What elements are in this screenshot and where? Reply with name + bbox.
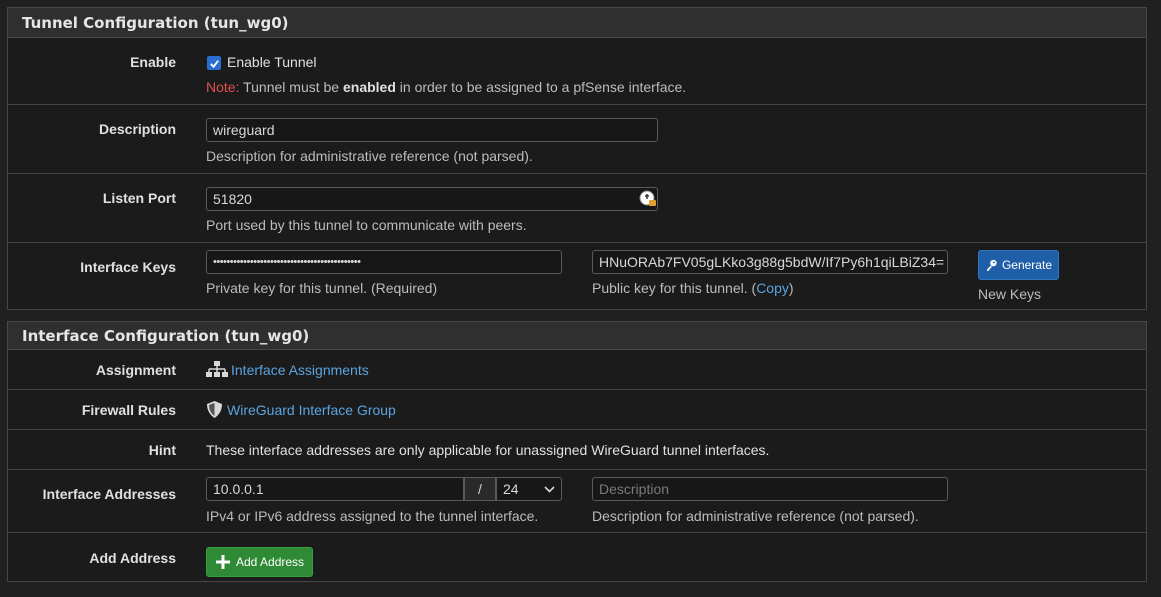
tunnel-configuration-title: Tunnel Configuration (tun_wg0) bbox=[8, 8, 1146, 38]
interface-addresses-row: Interface Addresses 10.0.0.1 / 24 Descri… bbox=[8, 470, 1146, 533]
tunnel-configuration-panel: Tunnel Configuration (tun_wg0) Enable En… bbox=[7, 7, 1147, 310]
interface-configuration-panel: Interface Configuration (tun_wg0) Assign… bbox=[7, 321, 1147, 582]
wireguard-interface-group-link[interactable]: WireGuard Interface Group bbox=[227, 402, 396, 418]
password-manager-icon[interactable] bbox=[639, 190, 657, 208]
address-input[interactable]: 10.0.0.1 bbox=[206, 477, 464, 501]
address-slash: / bbox=[464, 477, 496, 501]
public-key-help-suffix: ) bbox=[788, 280, 794, 296]
interface-keys-row: Interface Keys •••••••••••••••••••••••••… bbox=[8, 243, 1146, 310]
description-help: Description for administrative reference… bbox=[206, 148, 533, 164]
interface-keys-label: Interface Keys bbox=[80, 259, 176, 275]
key-icon bbox=[986, 259, 997, 271]
note-bold: enabled bbox=[342, 79, 396, 95]
chevron-down-icon bbox=[544, 485, 555, 493]
assignment-row: Assignment Interface Assignments bbox=[8, 350, 1146, 390]
public-key-help: Public key for this tunnel. (Copy) bbox=[592, 280, 794, 296]
enable-tunnel-checkbox-label[interactable]: Enable Tunnel bbox=[227, 54, 317, 70]
listen-port-label: Listen Port bbox=[102, 190, 176, 206]
add-address-button[interactable]: Add Address bbox=[206, 547, 314, 577]
plus-icon bbox=[216, 555, 230, 569]
note-text-2: in order to be assigned to a pfSense int… bbox=[395, 79, 687, 95]
address-description-input[interactable]: Description bbox=[592, 477, 948, 501]
firewall-rules-label: Firewall Rules bbox=[81, 402, 176, 418]
address-help: IPv4 or IPv6 address assigned to the tun… bbox=[206, 508, 539, 524]
add-address-label: Add Address bbox=[89, 550, 176, 566]
interface-configuration-title: Interface Configuration (tun_wg0) bbox=[8, 322, 1146, 350]
enable-label: Enable bbox=[130, 54, 176, 70]
hint-label: Hint bbox=[148, 442, 176, 458]
listen-port-help: Port used by this tunnel to communicate … bbox=[206, 217, 527, 233]
listen-port-value: 51820 bbox=[213, 191, 252, 207]
sitemap-icon bbox=[206, 360, 228, 383]
assignment-label: Assignment bbox=[95, 362, 176, 378]
listen-port-input[interactable]: 51820 bbox=[206, 187, 658, 211]
enable-tunnel-checkbox[interactable] bbox=[207, 56, 221, 70]
note-text-1: Tunnel must be bbox=[239, 79, 343, 95]
interface-addresses-label: Interface Addresses bbox=[42, 486, 176, 502]
generate-button[interactable]: Generate bbox=[978, 250, 1059, 280]
interface-assignments-link[interactable]: Interface Assignments bbox=[231, 362, 369, 378]
hint-row: Hint These interface addresses are only … bbox=[8, 430, 1146, 470]
new-keys-label: New Keys bbox=[978, 286, 1042, 302]
checkmark-icon bbox=[209, 59, 219, 68]
shield-icon bbox=[206, 400, 223, 422]
listen-port-row: Listen Port 51820 Port used by this tunn… bbox=[8, 174, 1146, 243]
private-key-input[interactable]: ••••••••••••••••••••••••••••••••••••••••… bbox=[206, 250, 562, 274]
cidr-select-value: 24 bbox=[503, 481, 519, 497]
hint-text: These interface addresses are only appli… bbox=[206, 442, 770, 458]
public-key-input[interactable]: HNuORAb7FV05gLKko3g88g5bdW/If7Py6h1qiLBi… bbox=[592, 250, 948, 274]
public-key-help-prefix: Public key for this tunnel. ( bbox=[592, 280, 757, 296]
enable-row: Enable Enable Tunnel Note: Tunnel must b… bbox=[8, 38, 1146, 105]
generate-button-label: Generate bbox=[1001, 258, 1052, 272]
firewall-rules-row: Firewall Rules WireGuard Interface Group bbox=[8, 390, 1146, 430]
description-input[interactable]: wireguard bbox=[206, 118, 658, 142]
add-address-row: Add Address Add Address bbox=[8, 533, 1146, 582]
enable-note: Note: Tunnel must be enabled in order to… bbox=[206, 79, 686, 95]
cidr-select[interactable]: 24 bbox=[496, 477, 562, 501]
description-label: Description bbox=[98, 121, 176, 137]
add-address-button-label: Add Address bbox=[236, 555, 305, 569]
copy-link[interactable]: Copy bbox=[756, 280, 789, 296]
description-row: Description wireguard Description for ad… bbox=[8, 105, 1146, 174]
private-key-help: Private key for this tunnel. (Required) bbox=[206, 280, 438, 296]
address-description-help: Description for administrative reference… bbox=[592, 508, 919, 524]
note-prefix: Note: bbox=[206, 79, 240, 95]
